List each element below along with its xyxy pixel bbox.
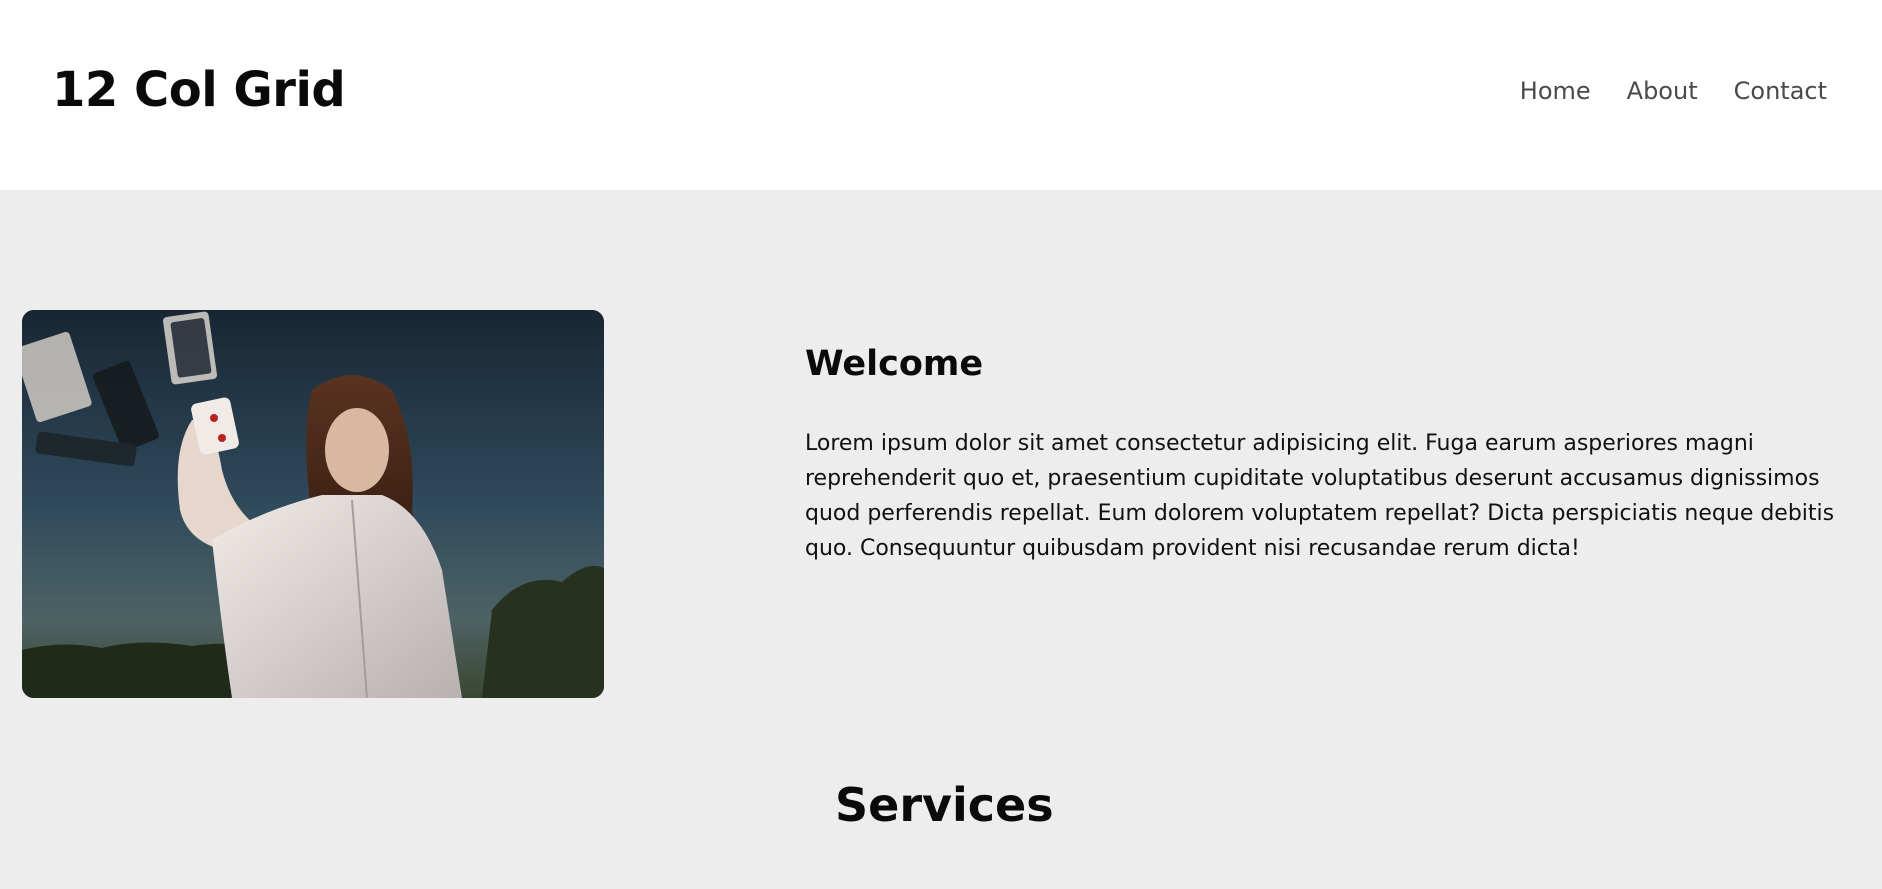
main-content: Welcome Lorem ipsum dolor sit amet conse… xyxy=(0,190,1882,889)
site-header: 12 Col Grid Home About Contact xyxy=(0,0,1882,190)
nav-link-contact[interactable]: Contact xyxy=(1734,77,1827,105)
welcome-heading: Welcome xyxy=(805,344,984,384)
welcome-paragraph: Lorem ipsum dolor sit amet consectetur a… xyxy=(805,431,1835,561)
hero-image xyxy=(22,310,604,698)
woman-throwing-cards-image xyxy=(22,310,604,698)
services-heading: Services xyxy=(835,778,1054,832)
nav-link-about[interactable]: About xyxy=(1627,77,1698,105)
main-nav: Home About Contact xyxy=(1520,77,1827,105)
nav-link-home[interactable]: Home xyxy=(1520,77,1591,105)
site-logo[interactable]: 12 Col Grid xyxy=(52,62,346,118)
